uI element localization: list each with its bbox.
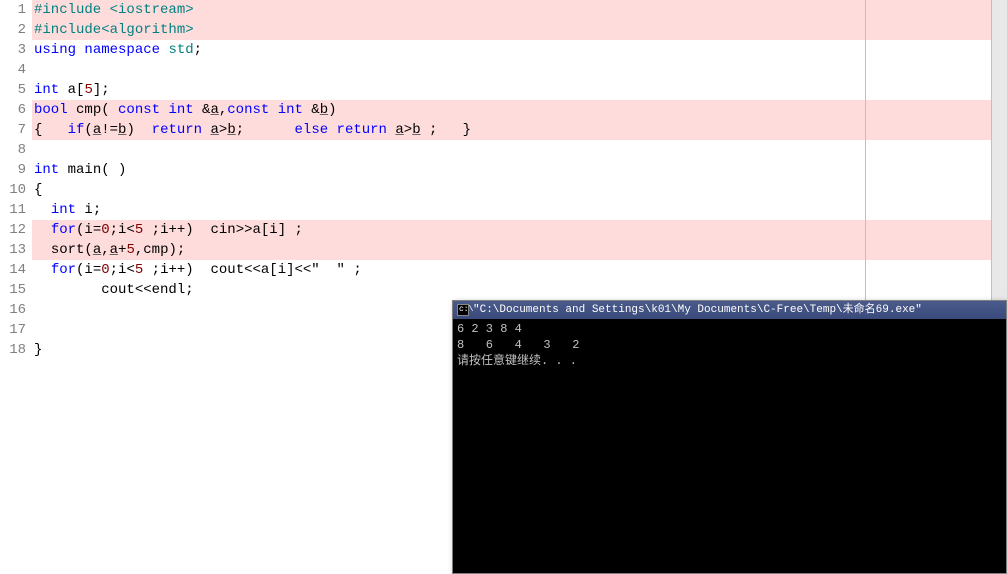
line-number: 9	[0, 160, 26, 180]
code-line[interactable]	[32, 60, 1007, 80]
code-line[interactable]: for(i=0;i<5 ;i++) cin>>a[i] ;	[32, 220, 1007, 240]
line-number: 16	[0, 300, 26, 320]
code-line[interactable]: cout<<endl;	[32, 280, 1007, 300]
console-output: 6 2 3 8 48 6 4 3 2请按任意键继续. . .	[453, 319, 1006, 371]
code-line[interactable]	[32, 140, 1007, 160]
line-number: 12	[0, 220, 26, 240]
line-number: 18	[0, 340, 26, 360]
code-line[interactable]: #include<algorithm>	[32, 20, 1007, 40]
line-number: 4	[0, 60, 26, 80]
line-number: 17	[0, 320, 26, 340]
code-line[interactable]: int i;	[32, 200, 1007, 220]
line-number: 5	[0, 80, 26, 100]
line-number: 6	[0, 100, 26, 120]
line-number-gutter: 1 2 3 4 5 6 7 8 9 10 11 12 13 14 15 16 1…	[0, 0, 32, 574]
line-number: 3	[0, 40, 26, 60]
line-number: 7	[0, 120, 26, 140]
line-number: 2	[0, 20, 26, 40]
cmd-icon: c:\	[457, 304, 469, 316]
line-number: 10	[0, 180, 26, 200]
code-line[interactable]: int main( )	[32, 160, 1007, 180]
code-line[interactable]: { if(a!=b) return a>b; else return a>b ;…	[32, 120, 1007, 140]
console-title-text: "C:\Documents and Settings\k01\My Docume…	[473, 301, 922, 319]
code-line[interactable]: int a[5];	[32, 80, 1007, 100]
line-number: 15	[0, 280, 26, 300]
console-titlebar[interactable]: c:\ "C:\Documents and Settings\k01\My Do…	[453, 301, 1006, 319]
code-line[interactable]: bool cmp( const int &a,const int &b)	[32, 100, 1007, 120]
code-line[interactable]: {	[32, 180, 1007, 200]
console-window[interactable]: c:\ "C:\Documents and Settings\k01\My Do…	[452, 300, 1007, 574]
line-number: 8	[0, 140, 26, 160]
line-number: 11	[0, 200, 26, 220]
line-number: 13	[0, 240, 26, 260]
code-line[interactable]: sort(a,a+5,cmp);	[32, 240, 1007, 260]
code-line[interactable]: using namespace std;	[32, 40, 1007, 60]
code-line[interactable]: #include <iostream>	[32, 0, 1007, 20]
line-number: 14	[0, 260, 26, 280]
line-number: 1	[0, 0, 26, 20]
code-line[interactable]: for(i=0;i<5 ;i++) cout<<a[i]<<" " ;	[32, 260, 1007, 280]
